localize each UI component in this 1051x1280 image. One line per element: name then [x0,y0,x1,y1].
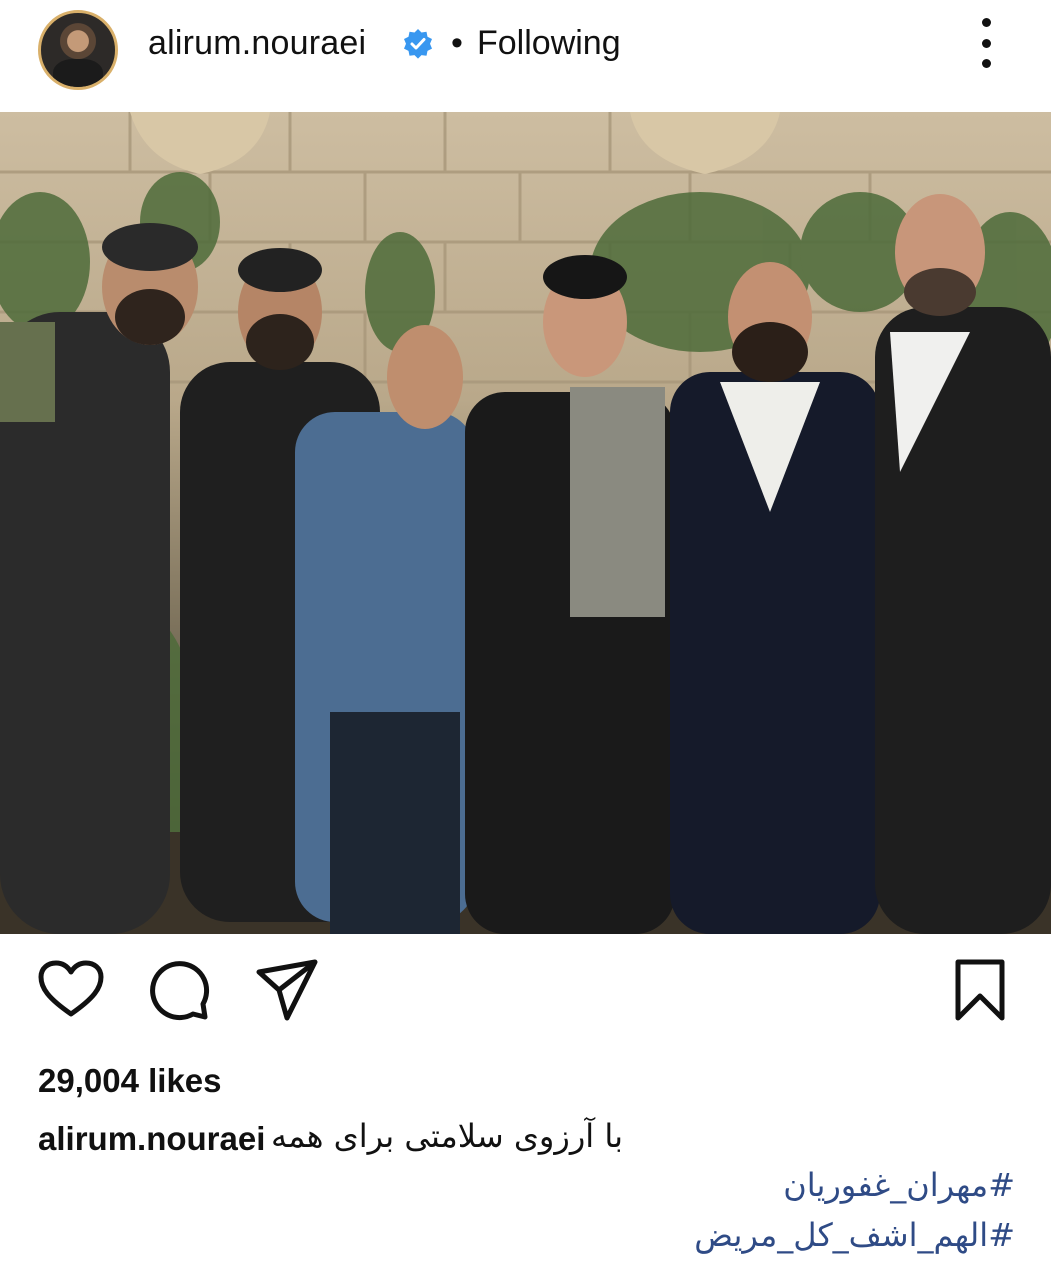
save-button[interactable] [945,955,1015,1025]
post-photo[interactable] [0,112,1051,934]
caption-username[interactable]: alirum.nouraei [38,1120,265,1158]
post-actions [0,955,1051,1035]
post-username[interactable]: alirum.nouraei [148,24,366,63]
following-button[interactable]: Following [477,24,621,63]
share-button[interactable] [252,955,322,1025]
likes-count[interactable]: 29,004 likes [38,1062,222,1100]
separator-dot: • [451,24,463,62]
comment-icon [150,961,210,1021]
send-icon [256,959,318,1021]
more-options-icon[interactable] [972,18,1000,68]
profile-avatar[interactable] [38,10,118,90]
photo-illustration [0,112,1051,934]
bookmark-icon [955,959,1005,1021]
hashtag-link[interactable]: #مهران_غفوریان [783,1166,1015,1204]
heart-icon [38,960,104,1017]
post-header: alirum.nouraei • Following [0,0,1051,110]
verified-badge-icon [404,29,432,59]
like-button[interactable] [36,955,106,1025]
hashtag-link[interactable]: #الهم_اشف_کل_مریض [694,1216,1015,1254]
comment-button[interactable] [144,955,214,1025]
caption-text: با آرزوی سلامتی برای همه [270,1117,623,1155]
